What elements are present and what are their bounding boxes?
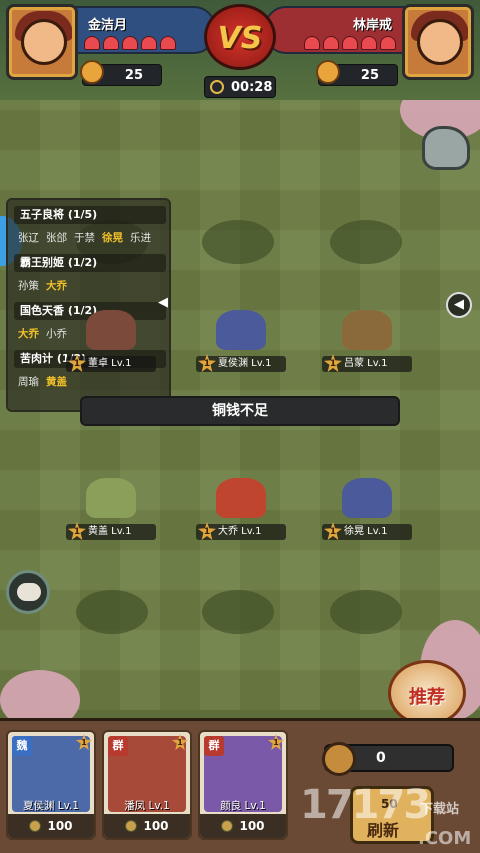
board-unit[interactable]: 徐晃 Lv.1 1	[322, 478, 412, 540]
shop-card[interactable]: 群 1 潘凤 Lv.1 100	[102, 730, 192, 840]
heart-icon	[342, 36, 358, 50]
right-player-hearts	[304, 36, 396, 50]
unit-sprite	[342, 478, 392, 518]
synergy-member: 徐晃	[102, 232, 123, 244]
coin-bag-icon	[80, 60, 104, 84]
heart-icon	[122, 36, 138, 50]
board-unit[interactable]: 吕蒙 Lv.1 1	[322, 310, 412, 372]
copper-coin-icon	[221, 820, 234, 832]
chat-bubble-icon	[17, 583, 41, 601]
copper-wallet: 0	[322, 742, 454, 776]
copper-coin-icon	[322, 742, 356, 776]
board-unit[interactable]: 大乔 Lv.1 1	[196, 478, 286, 540]
synergy-panel: 五子良将 (1/5) 张辽 张郃 于禁 徐晃 乐进 霸王别姬 (1/2) 孙策 大乔 国色天香 (…	[6, 198, 171, 412]
round-timer: 00:28	[204, 76, 276, 98]
left-player-hearts	[84, 36, 176, 50]
expand-arrow-icon[interactable]: ◀	[446, 292, 472, 318]
synergy-member: 黄盖	[46, 376, 67, 388]
chat-button[interactable]	[6, 570, 50, 614]
empty-slot[interactable]	[76, 590, 148, 634]
unit-sprite	[216, 478, 266, 518]
synergy-member: 张辽	[18, 232, 39, 244]
toast-message: 铜钱不足	[80, 396, 400, 426]
heart-icon	[380, 36, 396, 50]
hero-name: 夏侯渊 Lv.1	[22, 800, 80, 812]
board-unit[interactable]: 董卓 Lv.1 1	[66, 310, 156, 372]
synergy-member: 大乔	[46, 280, 67, 292]
heart-icon	[304, 36, 320, 50]
unit-sprite	[216, 310, 266, 350]
faction-badge: 群	[108, 736, 128, 756]
unit-sprite	[86, 310, 136, 350]
copper-coin-icon	[125, 820, 138, 832]
empty-slot[interactable]	[202, 220, 274, 264]
heart-icon	[323, 36, 339, 50]
shop-card[interactable]: 魏 1 夏侯渊 Lv.1 100	[6, 730, 96, 840]
recommend-button[interactable]: 推荐	[388, 660, 466, 726]
copper-coin-icon	[29, 820, 42, 832]
vs-emblem: VS	[204, 4, 276, 70]
unit-sprite	[86, 478, 136, 518]
empty-slot[interactable]	[202, 590, 274, 634]
rock-obstacle	[422, 126, 470, 170]
synergy-members: 周瑜 黄盖	[18, 374, 67, 389]
heart-icon	[361, 36, 377, 50]
heart-icon	[84, 36, 100, 50]
empty-slot[interactable]	[330, 590, 402, 634]
synergy-title: 五子良将 (1/5)	[14, 206, 166, 224]
left-player-name: 金洁月	[88, 18, 128, 33]
hero-price: 100	[104, 814, 190, 838]
board-unit[interactable]: 黄盖 Lv.1 1	[66, 478, 156, 540]
right-player-avatar[interactable]	[402, 4, 474, 80]
synergy-members: 孙策 大乔	[18, 278, 67, 293]
watermark-logo: 17173	[300, 782, 431, 828]
hero-name: 颜良 Lv.1	[220, 800, 266, 812]
unit-sprite	[342, 310, 392, 350]
synergy-member: 乐进	[130, 232, 151, 244]
coin-bag-icon	[316, 60, 340, 84]
clock-icon	[210, 80, 224, 94]
synergy-member: 大乔	[18, 328, 39, 340]
hero-price: 100	[200, 814, 286, 838]
hero-price: 100	[8, 814, 94, 838]
synergy-member: 小乔	[46, 328, 67, 340]
synergy-members: 大乔 小乔	[18, 326, 67, 341]
heart-icon	[141, 36, 157, 50]
right-player-name: 林岸戒	[352, 18, 392, 33]
synergy-member: 张郃	[46, 232, 67, 244]
synergy-member: 周瑜	[18, 376, 39, 388]
synergy-member: 于禁	[74, 232, 95, 244]
hero-name: 潘凤 Lv.1	[124, 800, 170, 812]
faction-badge: 群	[204, 736, 224, 756]
synergy-members: 张辽 张郃 于禁 徐晃 乐进	[18, 230, 151, 245]
watermark-com: .COM	[418, 828, 472, 849]
watermark-sub: 下载站	[420, 802, 460, 817]
board-unit[interactable]: 夏侯渊 Lv.1 1	[196, 310, 286, 372]
shop-card[interactable]: 群 1 颜良 Lv.1 100	[198, 730, 288, 840]
left-player-avatar[interactable]	[6, 4, 78, 80]
synergy-title: 霸王别姬 (1/2)	[14, 254, 166, 272]
heart-icon	[103, 36, 119, 50]
heart-icon	[160, 36, 176, 50]
synergy-member: 孙策	[18, 280, 39, 292]
faction-badge: 魏	[12, 736, 32, 756]
empty-slot[interactable]	[330, 220, 402, 264]
